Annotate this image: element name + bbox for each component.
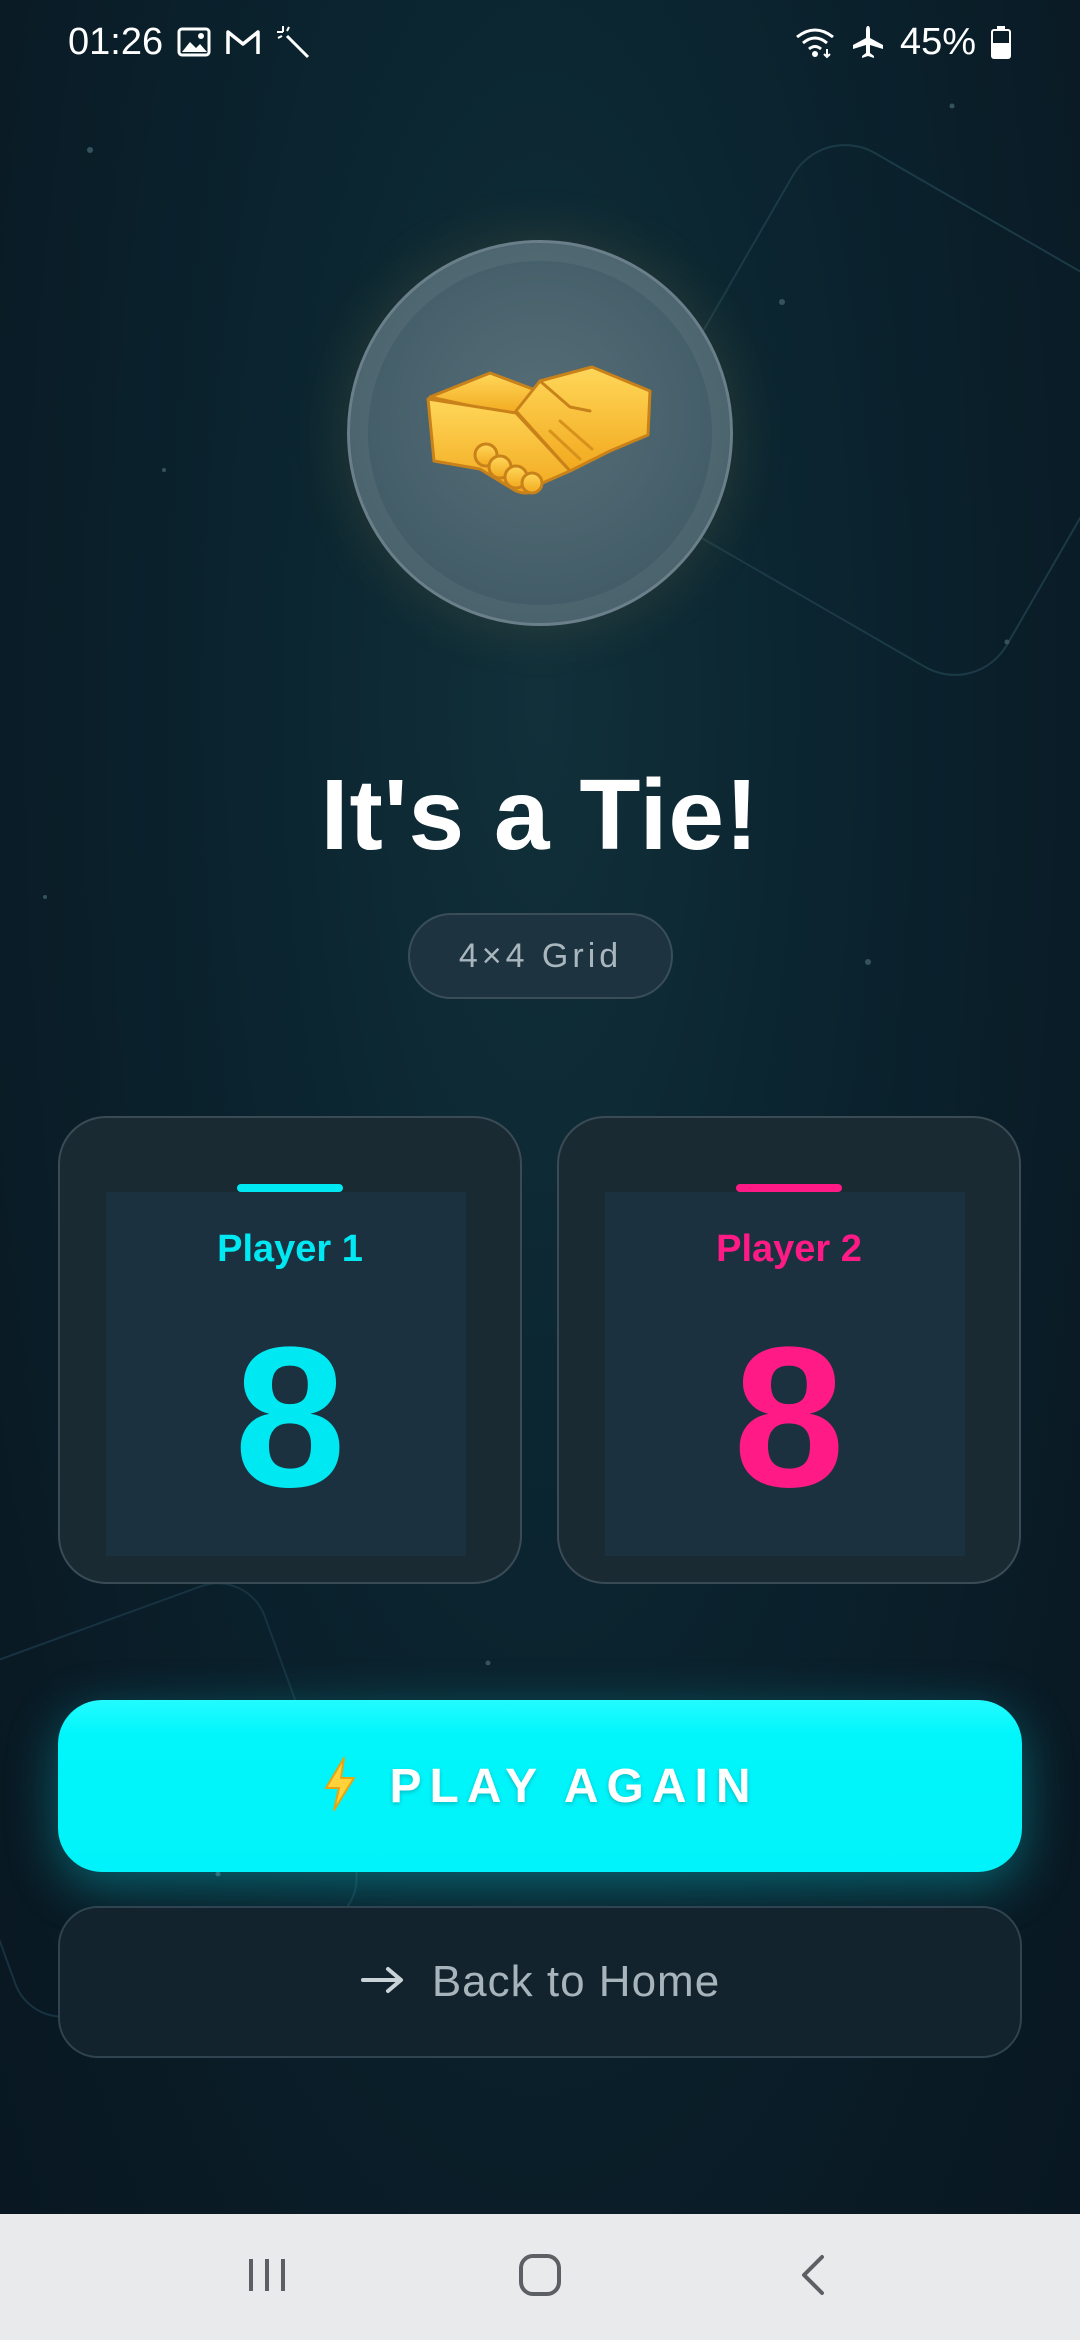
grid-size-badge: 4×4 Grid bbox=[408, 913, 673, 999]
back-to-home-label: Back to Home bbox=[431, 1957, 721, 2006]
status-bar: 01:26 45% bbox=[0, 0, 1080, 84]
image-icon bbox=[177, 27, 211, 57]
status-time: 01:26 bbox=[68, 20, 164, 63]
arrow-right-icon bbox=[360, 1965, 406, 2000]
back-icon bbox=[798, 2253, 828, 2302]
lightning-icon bbox=[322, 1756, 358, 1817]
gmail-icon bbox=[225, 28, 261, 56]
player-2-score: 8 bbox=[733, 1306, 845, 1529]
recent-apps-icon bbox=[245, 2255, 289, 2300]
home-button[interactable] bbox=[480, 2227, 600, 2327]
recent-apps-button[interactable] bbox=[207, 2227, 327, 2327]
status-bar-right: 45% bbox=[794, 21, 1012, 64]
wifi-icon bbox=[794, 25, 836, 59]
back-to-home-button[interactable]: Back to Home bbox=[58, 1906, 1022, 2058]
player-1-label: Player 1 bbox=[217, 1228, 363, 1270]
player-2-score-card: Player 2 8 bbox=[557, 1116, 1021, 1584]
play-again-label: PLAY AGAIN bbox=[389, 1759, 759, 1813]
battery-percentage: 45% bbox=[899, 20, 976, 63]
player-1-score-card: Player 1 8 bbox=[58, 1116, 522, 1584]
magic-wand-icon bbox=[275, 24, 311, 60]
battery-icon bbox=[990, 25, 1012, 59]
player-2-accent-bar bbox=[736, 1184, 842, 1192]
airplane-icon bbox=[850, 24, 886, 60]
home-icon bbox=[517, 2252, 563, 2303]
result-title: It's a Tie! bbox=[320, 759, 760, 871]
handshake-icon bbox=[420, 351, 660, 516]
system-navigation-bar bbox=[0, 2214, 1080, 2340]
result-emblem bbox=[347, 240, 733, 626]
player-1-accent-bar bbox=[237, 1184, 343, 1192]
back-button[interactable] bbox=[753, 2227, 873, 2327]
player-1-score: 8 bbox=[234, 1306, 346, 1529]
player-2-label: Player 2 bbox=[716, 1228, 862, 1270]
play-again-button[interactable]: PLAY AGAIN bbox=[58, 1700, 1022, 1872]
status-bar-left: 01:26 bbox=[68, 21, 311, 64]
